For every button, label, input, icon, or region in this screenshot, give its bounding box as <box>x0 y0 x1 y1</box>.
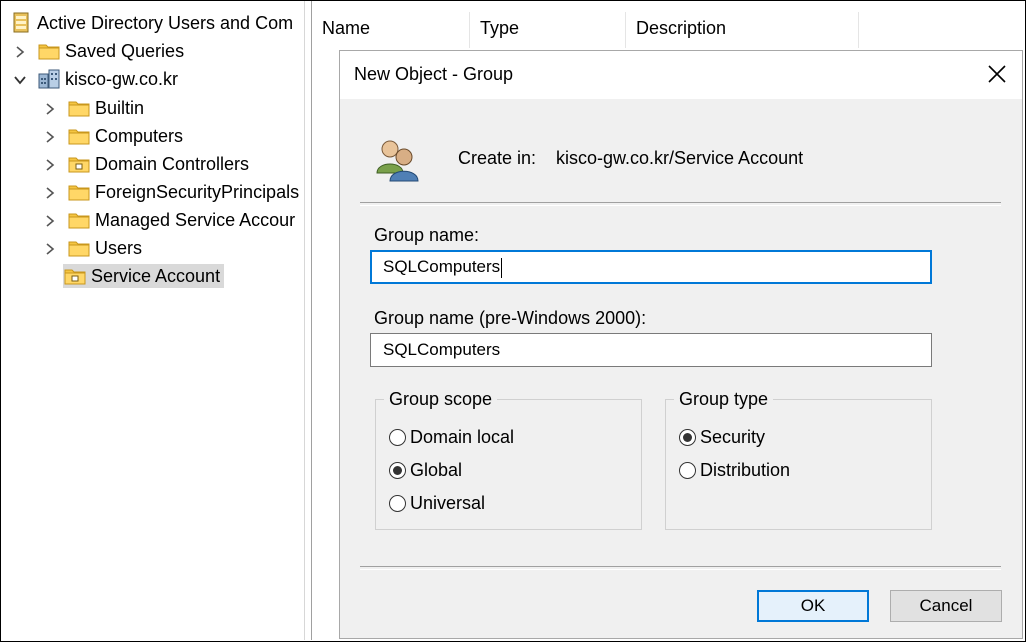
column-label: Type <box>480 18 520 38</box>
chevron-right-icon[interactable] <box>43 242 57 256</box>
group-name-input[interactable]: SQLComputers <box>370 250 932 284</box>
domain-icon <box>37 67 61 91</box>
tree-item-label: Computers <box>95 126 184 146</box>
tree-item-label: kisco-gw.co.kr <box>65 69 179 89</box>
chevron-right-icon[interactable] <box>43 214 57 228</box>
radio-domain-local[interactable]: Domain local <box>389 427 514 448</box>
tree-item-foreign-security-principals[interactable]: ForeignSecurityPrincipals <box>67 179 303 205</box>
group-type-box: Group type Security Distribution <box>665 387 932 530</box>
radio-universal[interactable]: Universal <box>389 493 485 514</box>
cancel-button[interactable]: Cancel <box>890 590 1002 622</box>
column-label: Description <box>636 18 727 38</box>
radio-global[interactable]: Global <box>389 460 462 481</box>
radio-circle <box>679 462 696 479</box>
radio-label: Domain local <box>410 427 515 447</box>
chevron-right-icon[interactable] <box>43 102 57 116</box>
group-scope-box: Group scope Domain local Global Universa… <box>375 387 642 530</box>
tree-item-users[interactable]: Users <box>67 235 146 261</box>
pre2000-name-value: SQLComputers <box>383 340 501 359</box>
chevron-down-icon[interactable] <box>13 73 27 87</box>
ok-button[interactable]: OK <box>757 590 869 622</box>
folder-icon <box>67 180 91 204</box>
tree-item-label: Managed Service Accour <box>95 210 296 230</box>
radio-circle-selected <box>679 429 696 446</box>
group-scope-legend: Group scope <box>384 387 498 411</box>
pane-splitter[interactable] <box>304 1 312 640</box>
folder-icon <box>67 96 91 120</box>
radio-label: Security <box>700 427 766 447</box>
folder-icon <box>67 124 91 148</box>
console-tree: Active Directory Users and Com Saved Que… <box>1 1 304 640</box>
column-label: Name <box>322 18 371 38</box>
folder-icon <box>67 208 91 232</box>
tree-item-computers[interactable]: Computers <box>67 123 187 149</box>
folder-icon <box>67 236 91 260</box>
tree-root[interactable]: Active Directory Users and Com <box>9 10 297 36</box>
chevron-right-icon[interactable] <box>43 158 57 172</box>
radio-label: Global <box>410 460 463 480</box>
ou-folder-icon <box>63 264 87 288</box>
separator <box>360 566 1001 570</box>
tree-item-managed-service-accounts[interactable]: Managed Service Accour <box>67 207 299 233</box>
separator <box>360 202 1001 206</box>
tree-item-label: Users <box>95 238 143 258</box>
tree-item-saved-queries[interactable]: Saved Queries <box>37 38 188 64</box>
pre2000-name-input[interactable]: SQLComputers <box>370 333 932 367</box>
create-in-label: Create in: <box>458 148 537 168</box>
pre2000-name-label: Group name (pre-Windows 2000): <box>374 308 647 328</box>
chevron-right-icon[interactable] <box>43 186 57 200</box>
tree-item-builtin[interactable]: Builtin <box>67 95 148 121</box>
column-header-type[interactable]: Type <box>470 8 519 48</box>
radio-label: Universal <box>410 493 486 513</box>
new-object-group-dialog: New Object - Group Create in: kisco-gw.c… <box>339 50 1023 639</box>
close-icon[interactable] <box>986 63 1008 85</box>
radio-circle-selected <box>389 462 406 479</box>
tree-item-label: Saved Queries <box>65 41 185 61</box>
chevron-right-icon[interactable] <box>43 130 57 144</box>
text-caret <box>501 257 503 278</box>
folder-icon <box>37 39 61 63</box>
column-divider[interactable] <box>858 12 859 48</box>
tree-root-label: Active Directory Users and Com <box>37 13 294 33</box>
tree-item-label: Builtin <box>95 98 145 118</box>
column-header-name[interactable]: Name <box>312 8 370 48</box>
group-type-legend: Group type <box>674 387 774 411</box>
aduc-snapin-icon <box>9 11 33 35</box>
create-in-path: kisco-gw.co.kr/Service Account <box>556 148 804 168</box>
ou-folder-icon <box>67 152 91 176</box>
dialog-title: New Object - Group <box>354 64 514 84</box>
tree-item-label: Domain Controllers <box>95 154 250 174</box>
radio-distribution[interactable]: Distribution <box>679 460 790 481</box>
group-icon <box>373 135 423 185</box>
chevron-right-icon[interactable] <box>13 45 27 59</box>
group-name-label: Group name: <box>374 225 480 245</box>
column-header-description[interactable]: Description <box>626 8 726 48</box>
tree-item-domain[interactable]: kisco-gw.co.kr <box>37 66 182 92</box>
tree-item-domain-controllers[interactable]: Domain Controllers <box>67 151 253 177</box>
tree-item-label: ForeignSecurityPrincipals <box>95 182 300 202</box>
list-column-header: Name Type Description <box>312 8 1024 48</box>
radio-security[interactable]: Security <box>679 427 765 448</box>
group-name-value: SQLComputers <box>383 257 501 276</box>
radio-label: Distribution <box>700 460 791 480</box>
tree-item-label: Service Account <box>87 264 225 288</box>
radio-circle <box>389 495 406 512</box>
dialog-titlebar[interactable]: New Object - Group <box>340 51 1022 99</box>
tree-item-service-account[interactable]: Service Account <box>63 263 225 289</box>
radio-circle <box>389 429 406 446</box>
